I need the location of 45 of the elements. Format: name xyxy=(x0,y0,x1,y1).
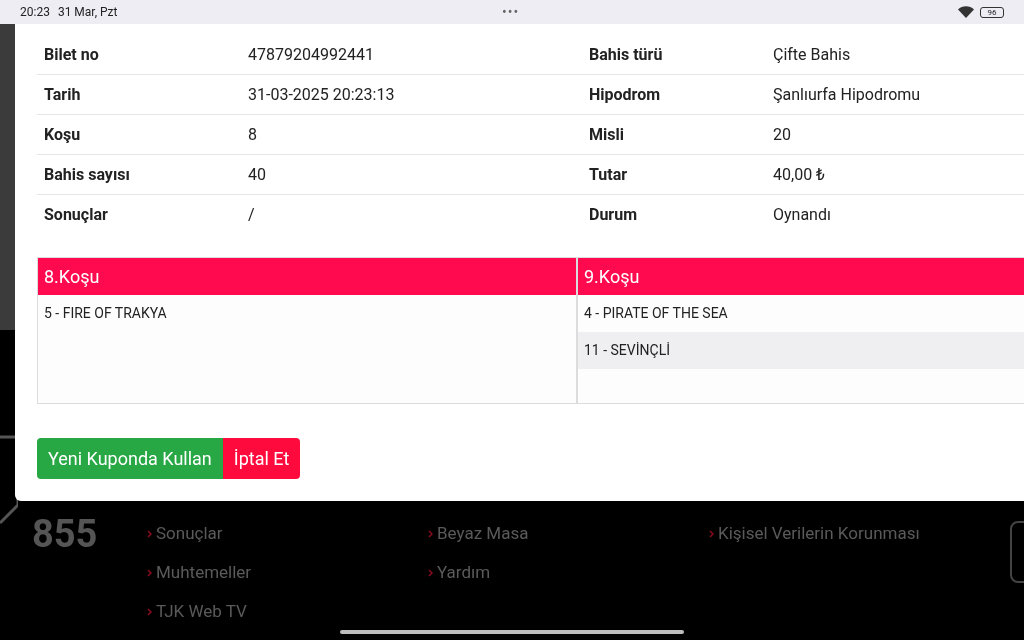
footer-link[interactable]: Muhtemeller xyxy=(147,560,252,586)
chevron-icon xyxy=(147,568,152,577)
battery-indicator: 96 xyxy=(980,6,1004,18)
footer-link[interactable]: TJK Web TV xyxy=(147,599,247,625)
field-value: Çifte Bahis xyxy=(773,43,851,66)
field-label: Bilet no xyxy=(43,43,100,66)
field-label: Tutar xyxy=(589,163,629,186)
horse-row[interactable]: 5 - FIRE OF TRAKYA xyxy=(38,295,576,332)
cancel-button[interactable]: İptal Et xyxy=(222,438,301,479)
field-value: 40 xyxy=(248,163,267,186)
race-header: 9.Koşu xyxy=(578,258,1024,295)
field-value: Oynandı xyxy=(773,204,831,226)
chevron-icon xyxy=(147,529,152,538)
footer-link[interactable]: Beyaz Masa xyxy=(428,521,529,547)
logo-number: 855 xyxy=(32,511,98,558)
field-label: Bahis sayısı xyxy=(43,163,131,186)
status-time: 20:23 xyxy=(20,4,50,21)
field-value: Şanlıurfa Hipodromu xyxy=(773,83,921,106)
field-value: 20 xyxy=(773,123,791,146)
field-value: 47879204992441 xyxy=(248,43,375,66)
field-value: 40,00 ₺ xyxy=(773,163,825,186)
field-value: / xyxy=(248,204,256,226)
wifi-icon xyxy=(958,6,974,18)
field-label: Misli xyxy=(589,123,625,146)
field-value: 8 xyxy=(248,123,258,146)
field-value: 31-03-2025 20:23:13 xyxy=(248,83,396,106)
race-header: 8.Koşu xyxy=(38,258,576,295)
field-label: Koşu xyxy=(43,123,82,146)
field-label: Tarih xyxy=(43,83,82,106)
chevron-icon xyxy=(709,529,714,538)
chevron-icon xyxy=(147,607,152,616)
reuse-button[interactable]: Yeni Kuponda Kullan xyxy=(37,438,223,479)
field-label: Durum xyxy=(589,204,639,226)
footer-link[interactable]: Kişisel Verilerin Korunması xyxy=(709,521,920,547)
chevron-icon xyxy=(428,568,433,577)
chevron-icon xyxy=(428,529,433,538)
footer-link[interactable]: Sonuçlar xyxy=(147,521,223,547)
more-icon[interactable]: ••• xyxy=(502,2,520,23)
field-label: Hipodrom xyxy=(589,83,662,106)
field-label: Bahis türü xyxy=(589,43,664,66)
horse-row[interactable]: 11 - SEVİNÇLİ xyxy=(578,332,1024,369)
horse-row[interactable]: 4 - PIRATE OF THE SEA xyxy=(578,295,1024,332)
field-label: Sonuçlar xyxy=(43,204,109,226)
footer-link[interactable]: Yardım xyxy=(428,560,491,586)
status-date: 31 Mar, Pzt xyxy=(57,4,118,21)
